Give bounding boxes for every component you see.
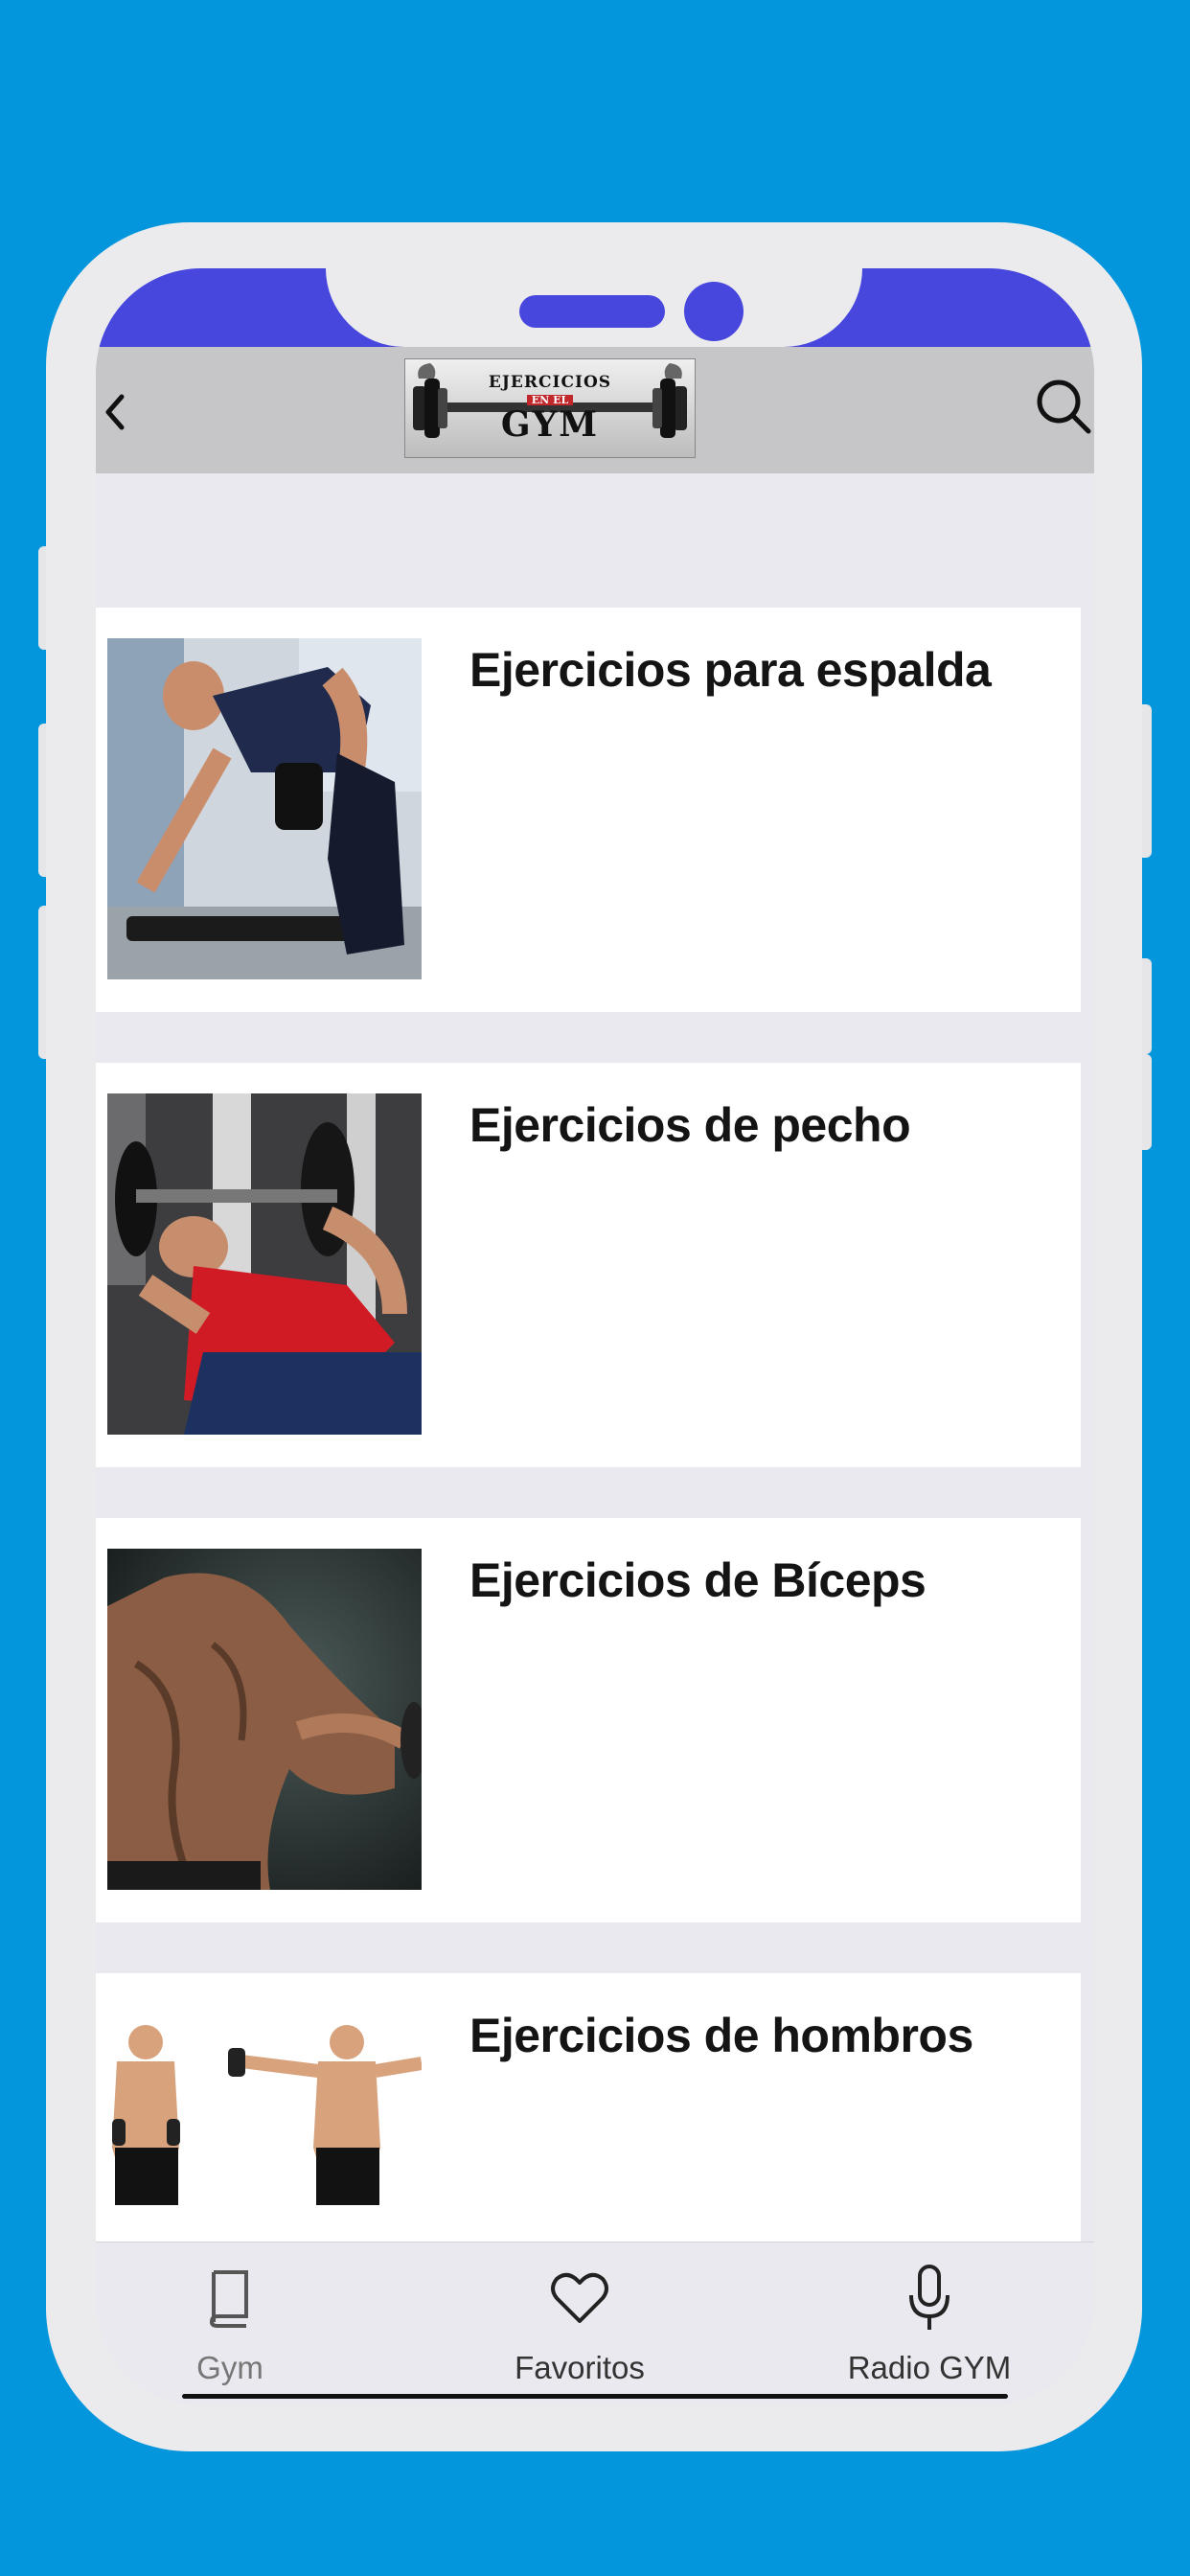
category-card-chest[interactable]: Ejercicios de pecho (96, 1063, 1081, 1467)
app-logo: EJERCICIOS EN EL GYM (404, 358, 696, 458)
home-indicator[interactable] (182, 2394, 1008, 2399)
back-exercise-photo (107, 638, 422, 979)
phone-screen: EJERCICIOS EN EL GYM Ejercicios para esp… (96, 268, 1094, 2405)
nav-label-favoritos: Favoritos (515, 2350, 645, 2385)
category-title: Ejercicios para espalda (469, 643, 992, 697)
back-button[interactable] (96, 383, 134, 441)
category-card-back[interactable]: Ejercicios para espalda (96, 608, 1081, 1012)
camera-icon (684, 282, 744, 341)
speaker-icon (519, 295, 665, 328)
nav-item-gym[interactable]: Gym (96, 2264, 364, 2398)
nav-item-radio-gym[interactable]: Radio GYM (795, 2264, 1064, 2398)
category-title: Ejercicios de Bíceps (469, 1553, 927, 1607)
category-card-biceps[interactable]: Ejercicios de Bíceps (96, 1518, 1081, 1922)
chest-exercise-photo (107, 1093, 422, 1435)
category-list[interactable]: Ejercicios para espalda Ejercicios de pe… (96, 473, 1094, 2242)
app-toolbar: EJERCICIOS EN EL GYM (96, 347, 1094, 473)
category-title: Ejercicios de pecho (469, 1098, 911, 1152)
logo-text-line3: GYM (500, 404, 600, 445)
nav-label-gym: Gym (196, 2350, 263, 2385)
shoulders-exercise-photo (107, 2004, 422, 2242)
category-title: Ejercicios de hombros (469, 2009, 973, 2062)
nav-item-favoritos[interactable]: Favoritos (446, 2264, 714, 2398)
search-button[interactable] (1033, 376, 1094, 437)
notch (326, 268, 862, 347)
chevron-left-icon (105, 394, 125, 430)
logo-wordmark: EJERCICIOS EN EL GYM (488, 373, 612, 445)
biceps-exercise-photo (107, 1549, 422, 1890)
microphone-icon (909, 2265, 950, 2330)
bottom-navigation: Gym Favoritos Radio GYM (96, 2242, 1094, 2405)
category-card-shoulders[interactable]: Ejercicios de hombros (96, 1973, 1081, 2242)
book-icon (209, 2270, 248, 2328)
nav-label-radio-gym: Radio GYM (847, 2350, 1012, 2385)
logo-text-line1: EJERCICIOS (488, 373, 612, 392)
heart-icon (551, 2272, 608, 2323)
search-icon (1037, 380, 1091, 434)
